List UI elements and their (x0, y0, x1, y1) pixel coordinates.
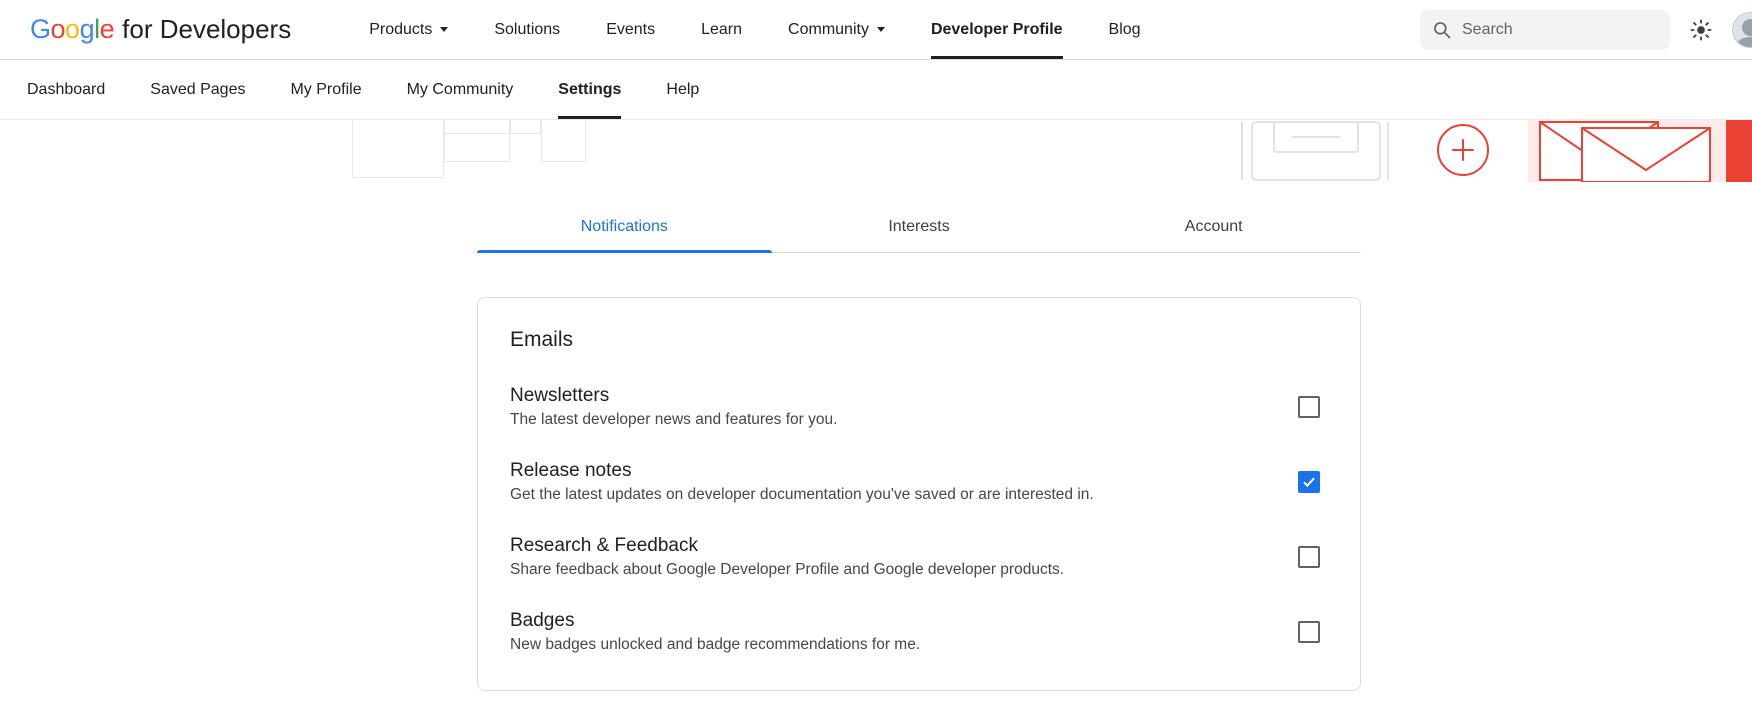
card-title: Emails (510, 328, 1328, 352)
logo-suffix-text: for Developers (122, 14, 291, 45)
release-notes-checkbox[interactable] (1298, 471, 1320, 493)
subnav-settings[interactable]: Settings (558, 60, 621, 119)
tab-notifications[interactable]: Notifications (477, 204, 772, 252)
subnav-saved-pages[interactable]: Saved Pages (150, 60, 245, 119)
logo-letter: e (100, 14, 115, 44)
subnav-my-profile[interactable]: My Profile (290, 60, 361, 119)
google-developers-logo[interactable]: Google for Developers (30, 0, 291, 59)
badges-checkbox[interactable] (1298, 621, 1320, 643)
grid-decoration (352, 120, 444, 178)
chevron-down-icon (877, 27, 885, 32)
red-bar-decoration (1726, 120, 1752, 182)
setting-text: Newsletters The latest developer news an… (510, 382, 867, 431)
tab-account[interactable]: Account (1066, 204, 1361, 252)
subnav-my-community[interactable]: My Community (407, 60, 514, 119)
setting-text: Release notes Get the latest updates on … (510, 457, 1124, 506)
google-logo-text: Google (30, 14, 114, 45)
setting-description: The latest developer news and features f… (510, 409, 837, 431)
top-nav: Products Solutions Events Learn Communit… (369, 0, 1140, 59)
profile-subnav: Dashboard Saved Pages My Profile My Comm… (0, 60, 1752, 120)
theme-toggle-button[interactable] (1690, 19, 1712, 41)
decorative-banner (0, 120, 1752, 182)
chevron-down-icon (440, 27, 448, 32)
setting-description: Share feedback about Google Developer Pr… (510, 559, 1064, 581)
newsletters-checkbox[interactable] (1298, 396, 1320, 418)
setting-description: Get the latest updates on developer docu… (510, 484, 1094, 506)
nav-label: Community (788, 21, 869, 39)
page: Google for Developers Products Solutions… (0, 0, 1752, 721)
top-header: Google for Developers Products Solutions… (0, 0, 1752, 60)
nav-label: Developer Profile (931, 21, 1063, 39)
nav-label: Products (369, 21, 432, 39)
setting-row-release-notes: Release notes Get the latest updates on … (510, 457, 1328, 506)
setting-title: Release notes (510, 457, 1094, 484)
setting-row-research-feedback: Research & Feedback Share feedback about… (510, 532, 1328, 581)
sun-icon (1690, 19, 1712, 41)
nav-blog[interactable]: Blog (1109, 0, 1141, 59)
research-feedback-checkbox[interactable] (1298, 546, 1320, 568)
subnav-label: My Profile (290, 81, 361, 99)
avatar[interactable] (1732, 12, 1752, 48)
emails-card: Emails Newsletters The latest developer … (477, 297, 1361, 691)
nav-developer-profile[interactable]: Developer Profile (931, 0, 1063, 59)
nav-community[interactable]: Community (788, 0, 885, 59)
tab-label: Interests (888, 218, 949, 235)
grid-decoration (541, 120, 586, 162)
subnav-dashboard[interactable]: Dashboard (27, 60, 105, 119)
setting-description: New badges unlocked and badge recommenda… (510, 634, 920, 656)
setting-text: Research & Feedback Share feedback about… (510, 532, 1094, 581)
nav-solutions[interactable]: Solutions (494, 0, 560, 59)
search-icon (1432, 20, 1452, 40)
settings-tabs: Notifications Interests Account (477, 204, 1361, 253)
subnav-help[interactable]: Help (666, 60, 699, 119)
archive-outline-decoration (1240, 120, 1415, 182)
header-right (1420, 0, 1752, 59)
logo-letter: o (51, 14, 66, 44)
check-icon (1301, 474, 1317, 490)
nav-label: Events (606, 21, 655, 39)
nav-events[interactable]: Events (606, 0, 655, 59)
logo-letter: G (30, 14, 51, 44)
subnav-label: Dashboard (27, 81, 105, 99)
subnav-label: Settings (558, 81, 621, 99)
setting-row-newsletters: Newsletters The latest developer news an… (510, 382, 1328, 431)
setting-title: Research & Feedback (510, 532, 1064, 559)
subnav-label: Help (666, 81, 699, 99)
grid-decoration (510, 120, 541, 134)
logo-letter: g (80, 14, 95, 44)
logo-letter: o (65, 14, 80, 44)
subnav-label: Saved Pages (150, 81, 245, 99)
setting-title: Newsletters (510, 382, 837, 409)
subnav-label: My Community (407, 81, 514, 99)
setting-text: Badges New badges unlocked and badge rec… (510, 607, 950, 656)
search-input[interactable] (1462, 21, 1658, 39)
tab-label: Account (1185, 218, 1243, 235)
nav-learn[interactable]: Learn (701, 0, 742, 59)
tab-label: Notifications (581, 218, 668, 235)
nav-products[interactable]: Products (369, 0, 448, 59)
plus-circle-icon (1437, 124, 1489, 176)
envelopes-decoration (1534, 120, 1726, 182)
setting-row-badges: Badges New badges unlocked and badge rec… (510, 607, 1328, 656)
grid-decoration (444, 120, 510, 162)
nav-label: Solutions (494, 21, 560, 39)
search-box[interactable] (1420, 10, 1670, 50)
nav-label: Blog (1109, 21, 1141, 39)
tab-interests[interactable]: Interests (772, 204, 1067, 252)
nav-label: Learn (701, 21, 742, 39)
setting-title: Badges (510, 607, 920, 634)
